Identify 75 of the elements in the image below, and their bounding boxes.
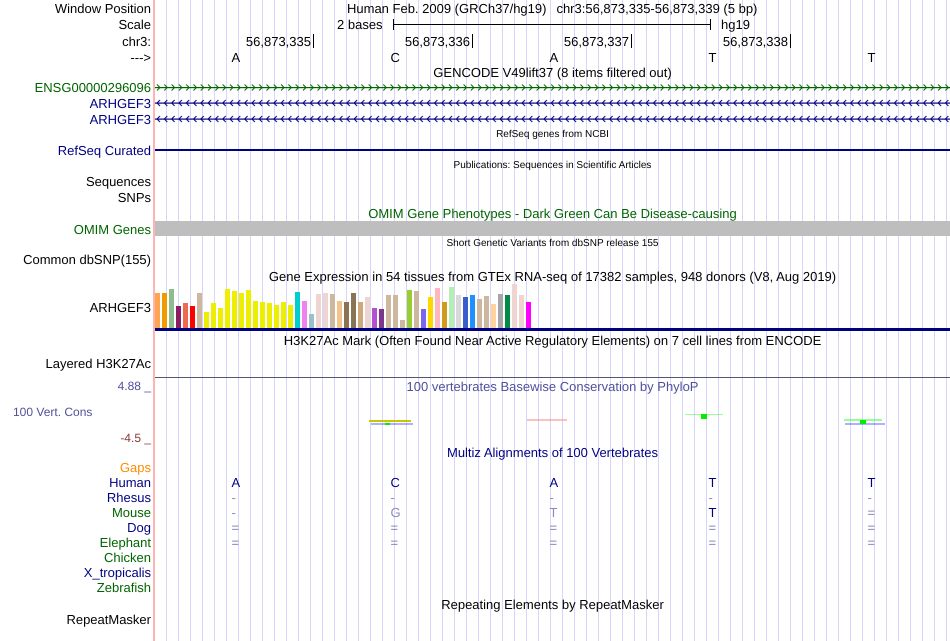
alignment-base: - [868, 490, 872, 505]
strand-label: ---> [130, 50, 151, 64]
row-label: Window Position [54, 2, 151, 14]
track-label: RefSeq Curated [58, 144, 151, 156]
row-label: chr3: [122, 34, 151, 48]
base-letter: A [550, 49, 558, 65]
alignment-base: = [390, 520, 398, 535]
alignment-base: = [868, 535, 876, 550]
alignment-base: C [390, 475, 400, 490]
alignment-base: - [232, 505, 236, 520]
track-title: Short Genetic Variants from dbSNP release 155 [446, 237, 660, 251]
track-title: OMIM Gene Phenotypes - Dark Green Can Be Disease-causing [367, 205, 738, 221]
track-label: 100 Vert. Cons [13, 406, 92, 418]
track-title: Gene Expression in 54 tissues from GTEx RNA-seq of 17382 samples, 948 donors (V8, Aug 2019) [268, 268, 838, 284]
species-label: Rhesus [106, 491, 151, 504]
track-title: Publications: Sequences in Scientific Articles [452, 159, 652, 173]
position-text: chr3:56,873,335-56,873,339 (5 bp) [556, 2, 758, 14]
assembly-label: hg19 [721, 16, 750, 33]
gene-label: ARHGEF3 [90, 112, 151, 126]
alignment-base: = [232, 520, 240, 535]
base-letter: C [390, 49, 400, 65]
alignment-base: - [550, 490, 554, 505]
alignment-base: = [550, 520, 558, 535]
alignment-base: T [868, 475, 876, 490]
track-title: Multiz Alignments of 100 Vertebrates [446, 445, 659, 460]
track-title: H3K27Ac Mark (Often Found Near Active Regulatory Elements) on 7 cell lines from ENCODE [282, 332, 822, 349]
gene-label: ARHGEF3 [90, 96, 151, 110]
alignment-base: A [232, 475, 240, 490]
species-label: Gaps [120, 461, 151, 474]
track-label: RepeatMasker [66, 613, 151, 626]
coordinate-tick: 56,873,338 [722, 34, 791, 48]
track-title: 100 vertebrates Basewise Conservation by PhyloP [406, 380, 700, 393]
axis-max-label: 4.88 _ [118, 380, 151, 392]
track-label: Common dbSNP(155) [23, 253, 151, 266]
alignment-base: A [550, 475, 558, 490]
track-title: RefSeq genes from NCBI [495, 128, 610, 142]
alignment-base: = [232, 535, 240, 550]
alignment-base: - [708, 490, 713, 505]
coordinate-tick: 56,873,337 [564, 34, 632, 48]
alignment-base: = [708, 520, 716, 535]
alignment-base: - [232, 490, 236, 505]
gene-label: ENSG00000296096 [34, 81, 151, 94]
species-label: Chicken [104, 551, 151, 564]
track-title: Repeating Elements by RepeatMasker [440, 596, 665, 613]
base-letter: T [708, 49, 716, 65]
species-label: Elephant [100, 536, 151, 549]
coordinate-tick: 56,873,335 [246, 34, 314, 48]
alignment-base: T [550, 505, 558, 520]
alignment-base: T [708, 475, 716, 490]
assembly-title: Human Feb. 2009 (GRCh37/hg19) [347, 2, 546, 14]
track-label: Sequences [86, 175, 151, 188]
row-label: Scale [118, 18, 151, 31]
alignment-base: - [390, 490, 395, 505]
gene-label: ARHGEF3 [90, 301, 151, 314]
species-label: Zebrafish [96, 581, 151, 594]
species-label: Mouse [112, 506, 151, 519]
track-label: Layered H3K27Ac [45, 357, 151, 370]
alignment-base: = [868, 505, 876, 520]
track-label: SNPs [118, 190, 151, 204]
alignment-base: = [550, 535, 558, 550]
axis-min-label: -4.5 _ [120, 432, 151, 444]
base-letter: A [232, 49, 240, 65]
coordinate-tick: 56,873,336 [404, 34, 473, 48]
base-letter: T [868, 49, 876, 65]
alignment-base: = [708, 535, 716, 550]
alignment-base: = [868, 520, 876, 535]
alignment-base: G [390, 505, 401, 520]
species-label: X_tropicalis [84, 566, 151, 579]
alignment-base: = [390, 535, 398, 550]
track-title: GENCODE V49lift37 (8 items filtered out) [432, 65, 673, 80]
species-label: Human [109, 476, 151, 489]
species-label: Dog [127, 521, 151, 534]
alignment-base: T [708, 505, 716, 520]
scale-text: 2 bases [337, 16, 384, 33]
track-label: OMIM Genes [74, 222, 151, 236]
